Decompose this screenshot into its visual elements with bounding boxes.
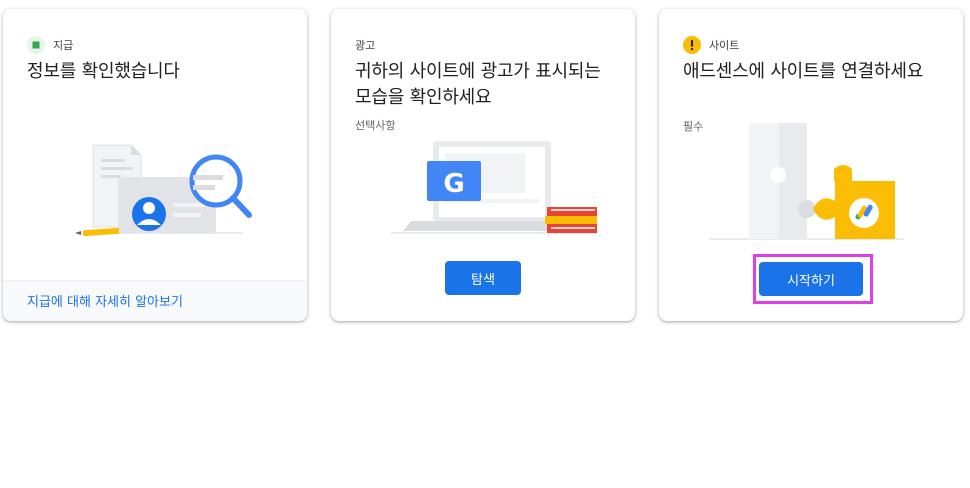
explore-button[interactable]: 탐색 (445, 261, 521, 295)
card-title: 애드센스에 사이트를 연결하세요 (683, 61, 924, 82)
ads-status: 광고 (355, 36, 375, 54)
svg-text:G: G (443, 169, 464, 199)
card-title: 정보를 확인했습니다 (27, 61, 180, 82)
status-label: 사이트 (709, 39, 740, 52)
ads-card: 광고 귀하의 사이트에 광고가 표시되는 모습을 확인하세요 선택사항 G 탐색 (331, 9, 635, 321)
card-subtitle: 필수 (683, 120, 704, 133)
payment-card: 지급 정보를 확인했습니다 지급에 대해 자세히 알아보기 (3, 9, 307, 321)
footer-link-label[interactable]: 지급에 대해 자세히 알아보기 (27, 291, 183, 310)
payment-status: 지급 (27, 36, 73, 54)
warning-icon (683, 36, 701, 54)
card-title: 귀하의 사이트에 광고가 표시되는 모습을 확인하세요 (355, 61, 601, 108)
highlight-frame (753, 254, 873, 304)
laptop-google-ad-illustration: G (391, 141, 597, 234)
card-subtitle: 선택사항 (355, 119, 396, 132)
puzzle-adsense-illustration (709, 123, 904, 240)
status-label: 지급 (53, 39, 74, 52)
green-square-icon (27, 36, 45, 54)
status-label: 광고 (355, 39, 376, 52)
site-status: 사이트 (683, 36, 739, 54)
learn-more-payment-link[interactable]: 지급에 대해 자세히 알아보기 (3, 280, 307, 321)
payment-id-card-magnifier-illustration (75, 144, 252, 237)
